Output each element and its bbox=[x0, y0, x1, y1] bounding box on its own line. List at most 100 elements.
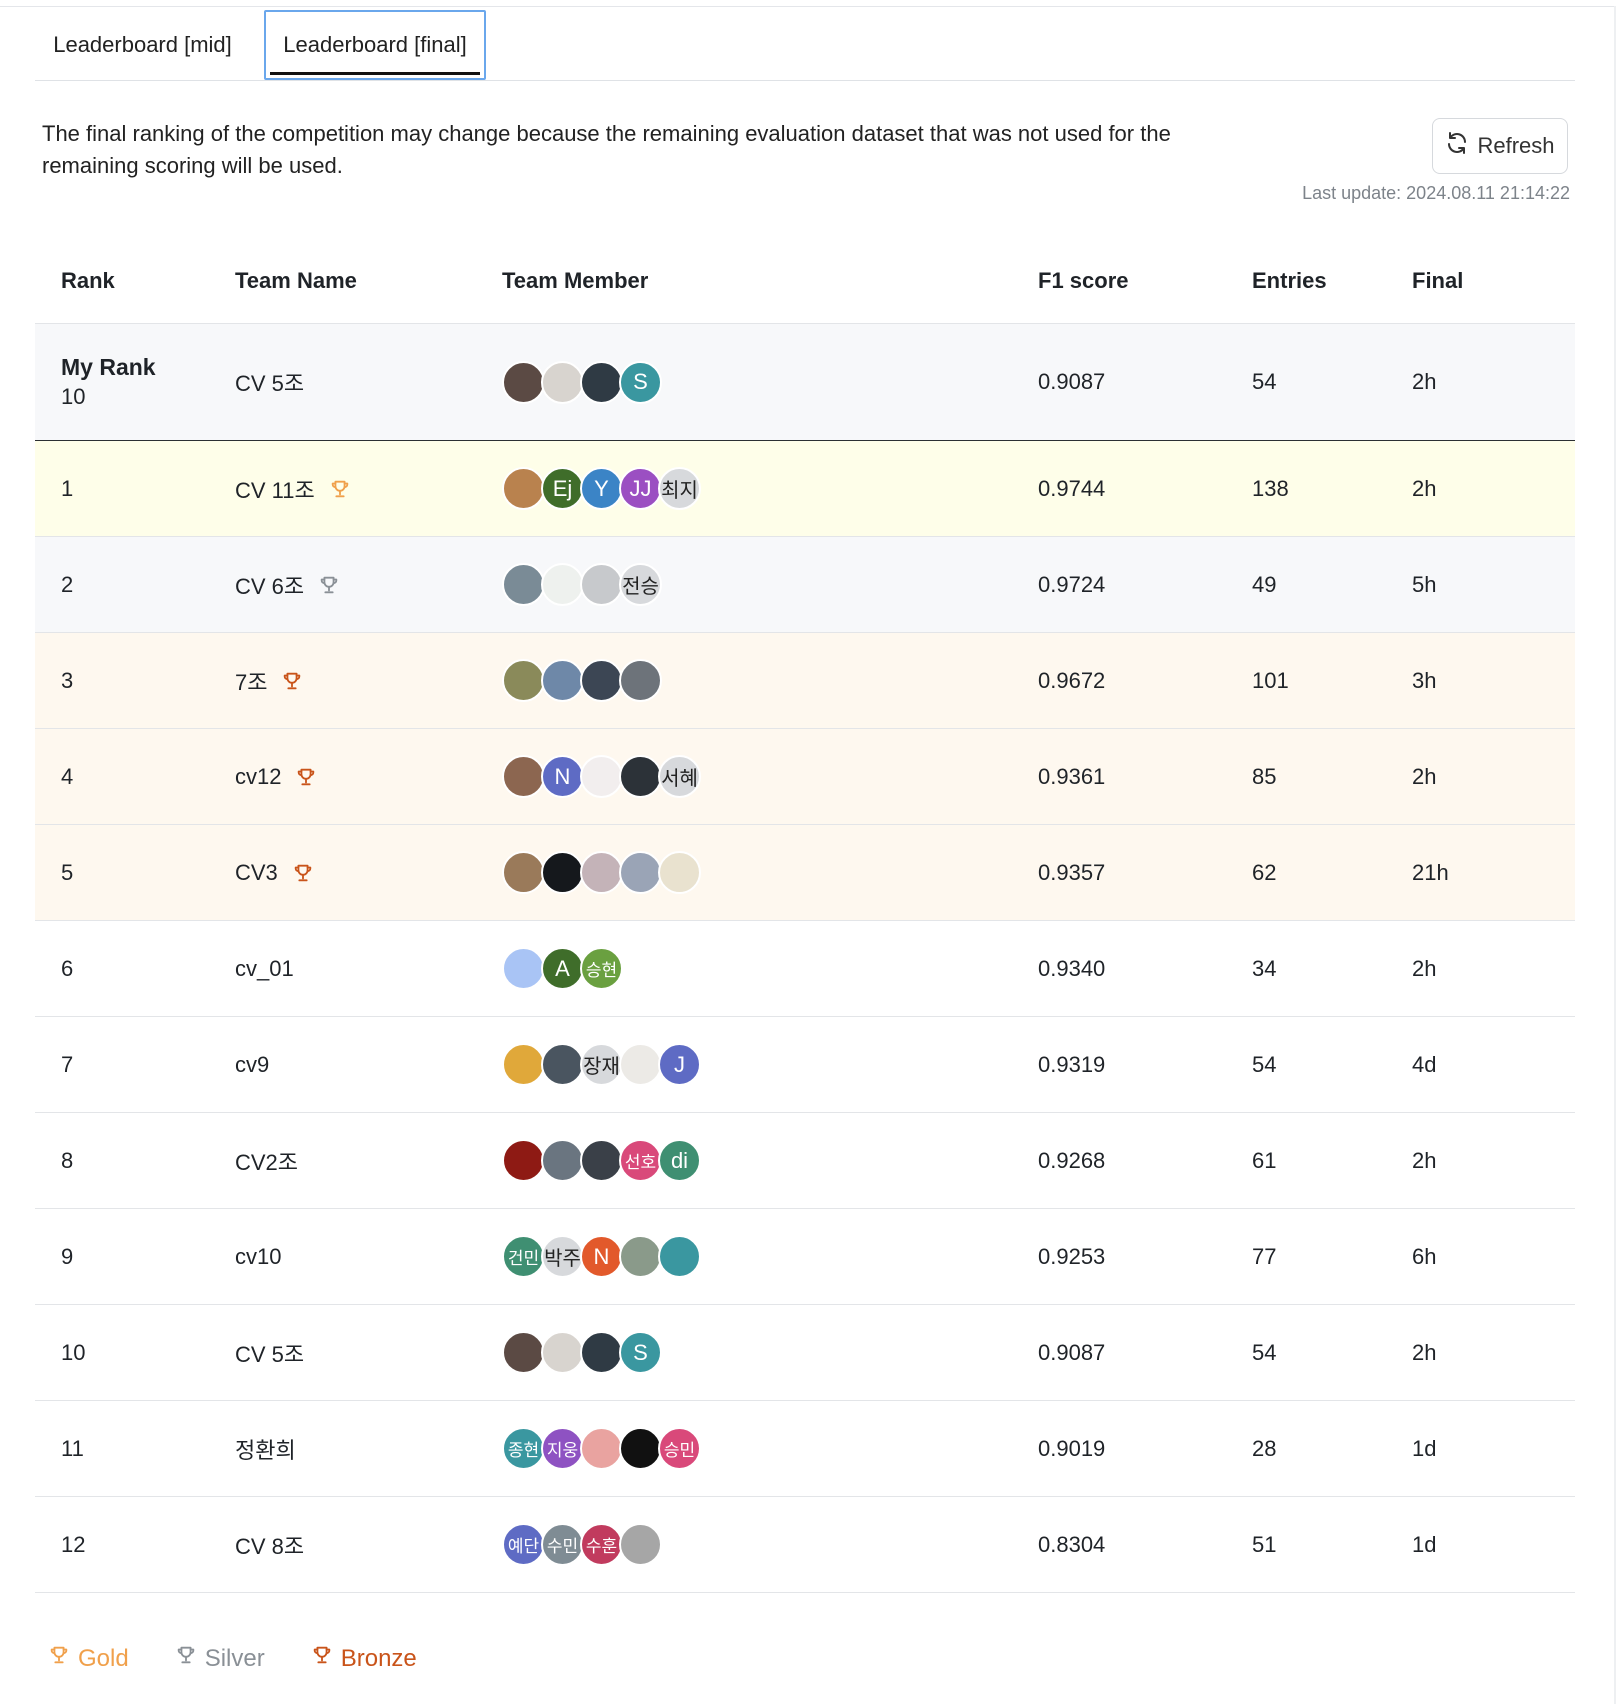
team-name-cell: cv12 bbox=[235, 729, 317, 824]
team-members-cell: S bbox=[502, 1305, 662, 1400]
avatar[interactable]: di bbox=[658, 1139, 701, 1182]
avatar[interactable] bbox=[502, 563, 545, 606]
team-name-cell: CV 6조 bbox=[235, 537, 340, 632]
final-cell: 2h bbox=[1412, 763, 1437, 789]
f1-score-cell: 0.9087 bbox=[1038, 1339, 1106, 1365]
table-row: 3 7조 0.9672 101 3h bbox=[35, 633, 1575, 729]
f1-score-cell: 0.9724 bbox=[1038, 571, 1106, 597]
avatar[interactable] bbox=[580, 1331, 623, 1374]
avatar[interactable] bbox=[580, 1139, 623, 1182]
avatar[interactable] bbox=[541, 563, 584, 606]
avatar[interactable]: N bbox=[580, 1235, 623, 1278]
team-name: cv10 bbox=[235, 1243, 282, 1269]
avatar[interactable]: S bbox=[619, 1331, 662, 1374]
avatar[interactable] bbox=[619, 1043, 662, 1086]
avatar[interactable] bbox=[619, 1235, 662, 1278]
rank-cell: 2 bbox=[61, 571, 74, 597]
team-name: CV3 bbox=[235, 859, 278, 885]
my-rank-label-block: My Rank 10 bbox=[61, 352, 156, 412]
team-members-cell: N 서혜 bbox=[502, 729, 701, 824]
avatar[interactable] bbox=[502, 1043, 545, 1086]
avatar[interactable]: 예단 bbox=[502, 1523, 545, 1566]
avatar[interactable] bbox=[502, 360, 545, 404]
table-row: 1 CV 11조 Ej Y JJ 최지 0.9744 138 2h bbox=[35, 441, 1575, 537]
avatar[interactable] bbox=[619, 755, 662, 798]
avatar[interactable]: J bbox=[658, 1043, 701, 1086]
avatar[interactable] bbox=[502, 467, 545, 510]
avatar[interactable]: Ej bbox=[541, 467, 584, 510]
team-name-cell: CV 8조 bbox=[235, 1497, 304, 1592]
avatar[interactable]: 최지 bbox=[658, 467, 701, 510]
avatar[interactable] bbox=[502, 659, 545, 702]
tab-leaderboard-final[interactable]: Leaderboard [final] bbox=[264, 10, 486, 80]
avatar[interactable]: 지웅 bbox=[541, 1427, 584, 1470]
rank-cell: 6 bbox=[61, 955, 74, 981]
f1-score-cell: 0.9019 bbox=[1038, 1435, 1106, 1461]
avatar-group: 종현 지웅 승민 bbox=[502, 1427, 701, 1470]
avatar[interactable] bbox=[541, 1331, 584, 1374]
right-border bbox=[1614, 6, 1616, 1704]
team-name: CV 6조 bbox=[235, 573, 305, 599]
avatar[interactable]: 수민 bbox=[541, 1523, 584, 1566]
avatar[interactable] bbox=[580, 360, 623, 404]
team-name-cell: cv_01 bbox=[235, 921, 294, 1016]
avatar[interactable]: 박주 bbox=[541, 1235, 584, 1278]
team-members-cell: A 승현 bbox=[502, 921, 623, 1016]
avatar[interactable]: Y bbox=[580, 467, 623, 510]
avatar[interactable]: 서혜 bbox=[658, 755, 701, 798]
avatar[interactable] bbox=[541, 1043, 584, 1086]
tab-leaderboard-mid[interactable]: Leaderboard [mid] bbox=[35, 10, 250, 80]
avatar[interactable] bbox=[541, 851, 584, 894]
avatar[interactable] bbox=[619, 659, 662, 702]
avatar[interactable]: 승민 bbox=[658, 1427, 701, 1470]
team-name: CV 11조 bbox=[235, 477, 315, 503]
avatar[interactable] bbox=[541, 360, 584, 404]
avatar[interactable] bbox=[619, 1427, 662, 1470]
final-cell: 21h bbox=[1412, 859, 1449, 885]
table-row: 5 CV3 0.9357 62 21h bbox=[35, 825, 1575, 921]
avatar[interactable] bbox=[580, 755, 623, 798]
avatar[interactable]: 수훈 bbox=[580, 1523, 623, 1566]
team-name-cell: CV 5조 bbox=[235, 1305, 304, 1400]
avatar[interactable] bbox=[502, 1139, 545, 1182]
avatar-group bbox=[502, 659, 662, 702]
entries-cell: 61 bbox=[1252, 1147, 1277, 1173]
top-border bbox=[0, 6, 1616, 7]
avatar[interactable]: 승현 bbox=[580, 947, 623, 990]
avatar[interactable]: N bbox=[541, 755, 584, 798]
leaderboard-table: Rank Team Name Team Member F1 score Entr… bbox=[35, 238, 1575, 1593]
avatar[interactable] bbox=[502, 1331, 545, 1374]
avatar[interactable] bbox=[658, 1235, 701, 1278]
avatar[interactable]: A bbox=[541, 947, 584, 990]
avatar[interactable] bbox=[580, 1427, 623, 1470]
avatar[interactable] bbox=[541, 659, 584, 702]
avatar[interactable] bbox=[580, 851, 623, 894]
table-row: 12 CV 8조 예단 수민 수훈 0.8304 51 1d bbox=[35, 1497, 1575, 1593]
avatar[interactable]: 건민 bbox=[502, 1235, 545, 1278]
avatar[interactable] bbox=[502, 947, 545, 990]
avatar[interactable]: 선호 bbox=[619, 1139, 662, 1182]
avatar[interactable] bbox=[541, 1139, 584, 1182]
avatar[interactable] bbox=[580, 563, 623, 606]
avatar[interactable] bbox=[502, 755, 545, 798]
rank-cell: 12 bbox=[61, 1531, 86, 1557]
avatar[interactable] bbox=[619, 1523, 662, 1566]
avatar[interactable] bbox=[580, 659, 623, 702]
trophy-icon bbox=[329, 478, 351, 500]
avatar[interactable]: JJ bbox=[619, 467, 662, 510]
team-members-cell: 건민 박주 N bbox=[502, 1209, 701, 1304]
avatar[interactable] bbox=[658, 851, 701, 894]
leaderboard-tabs: Leaderboard [mid] Leaderboard [final] bbox=[35, 10, 1575, 81]
avatar[interactable]: 종현 bbox=[502, 1427, 545, 1470]
team-name-cell: cv10 bbox=[235, 1209, 281, 1304]
avatar[interactable] bbox=[502, 851, 545, 894]
trophy-icon bbox=[292, 862, 314, 884]
avatar[interactable] bbox=[619, 851, 662, 894]
legend-bronze: Bronze bbox=[311, 1644, 417, 1673]
avatar[interactable]: 전승 bbox=[619, 563, 662, 606]
avatar[interactable]: S bbox=[619, 360, 662, 404]
legend-bronze-label: Bronze bbox=[340, 1644, 417, 1672]
avatar[interactable]: 장재 bbox=[580, 1043, 623, 1086]
trophy-icon bbox=[48, 1644, 70, 1673]
refresh-button[interactable]: Refresh bbox=[1432, 118, 1568, 174]
